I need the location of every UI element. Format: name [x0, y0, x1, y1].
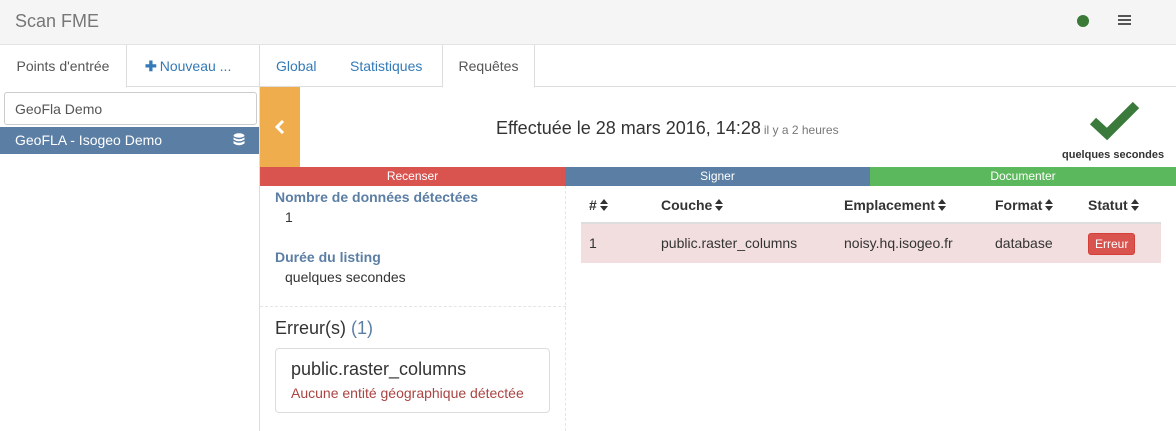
column-header-label: # — [589, 197, 597, 213]
tab-new-label: Nouveau ... — [159, 58, 232, 74]
errors-title-text: Erreur(s) — [275, 318, 346, 338]
top-navbar: Scan FME — [0, 0, 1176, 45]
table-row[interactable]: 1 public.raster_columns noisy.hq.isogeo.… — [581, 224, 1161, 263]
cell-layer: public.raster_columns — [661, 235, 798, 251]
sort-icon — [1130, 199, 1139, 211]
chevron-left-icon — [274, 120, 285, 134]
hamburger-icon[interactable] — [1118, 15, 1131, 26]
listing-duration-value: quelques secondes — [285, 269, 406, 285]
sidebar: Points d'entrée ✚Nouveau ... GeoFLA - Is… — [0, 45, 260, 431]
column-header-label: Format — [995, 197, 1043, 213]
database-icon — [233, 133, 245, 146]
tab-entry-points[interactable]: Points d'entrée — [0, 45, 127, 88]
table-header: # Couche Emplacement Format Statut — [581, 186, 1161, 224]
cell-location: noisy.hq.isogeo.fr — [844, 235, 953, 251]
cell-format: database — [995, 235, 1053, 251]
sidebar-tabs: Points d'entrée ✚ Nouveau ... — [0, 45, 259, 88]
tab-global[interactable]: Global — [276, 45, 316, 87]
column-header-num[interactable]: # — [589, 197, 608, 213]
step-documenter: Documenter — [870, 167, 1176, 186]
plus-icon: ✚ — [145, 58, 157, 74]
sidebar-item-geofla[interactable]: GeoFLA - Isogeo Demo — [0, 127, 259, 154]
error-message: Aucune entité géographique détectée — [291, 385, 524, 401]
column-header-couche[interactable]: Couche — [661, 197, 724, 213]
column-header-label: Statut — [1088, 197, 1128, 213]
detected-count-value: 1 — [285, 209, 293, 225]
run-date: Effectuée le 28 mars 2016, 14:28 il y a 2… — [496, 118, 839, 139]
check-icon — [1090, 101, 1140, 141]
info-panel: Nombre de données détectées 1 Durée du l… — [260, 186, 566, 431]
back-button[interactable] — [260, 87, 300, 167]
app-title[interactable]: Scan FME — [15, 11, 99, 32]
search-input[interactable] — [4, 92, 257, 125]
error-card: public.raster_columns Aucune entité géog… — [275, 348, 550, 413]
column-header-format[interactable]: Format — [995, 197, 1054, 213]
divider — [260, 306, 566, 307]
duration-caption: quelques secondes — [1062, 149, 1165, 161]
cell-num: 1 — [589, 235, 597, 251]
column-header-label: Couche — [661, 197, 713, 213]
errors-count: (1) — [351, 318, 374, 338]
column-header-label: Emplacement — [844, 197, 936, 213]
tab-statistiques[interactable]: Statistiques — [350, 45, 422, 87]
tab-requetes[interactable]: Requêtes — [442, 45, 535, 88]
step-recenser: Recenser — [260, 167, 565, 186]
tab-new[interactable]: ✚ Nouveau ... — [145, 45, 231, 87]
sort-icon — [938, 199, 947, 211]
run-date-text: Effectuée le 28 mars 2016, 14:28 — [496, 118, 761, 138]
listing-duration-label: Durée du listing — [275, 249, 381, 265]
run-ago: il y a 2 heures — [763, 123, 839, 137]
column-header-statut[interactable]: Statut — [1088, 197, 1139, 213]
status-badge[interactable]: Erreur — [1088, 233, 1136, 255]
sort-icon — [715, 199, 724, 211]
sort-icon — [1045, 199, 1054, 211]
errors-title: Erreur(s) (1) — [275, 318, 373, 339]
sort-icon — [599, 199, 608, 211]
progress-steps: Recenser Signer Documenter — [260, 167, 1176, 186]
status-dot-icon — [1077, 15, 1089, 27]
main-tabs: Global Statistiques Requêtes — [260, 45, 1176, 88]
detected-count-label: Nombre de données détectées — [275, 189, 479, 205]
column-header-emplacement[interactable]: Emplacement — [844, 197, 947, 213]
sidebar-item-label: GeoFLA - Isogeo Demo — [15, 132, 163, 148]
error-layer-name: public.raster_columns — [291, 359, 467, 379]
step-signer: Signer — [565, 167, 870, 186]
